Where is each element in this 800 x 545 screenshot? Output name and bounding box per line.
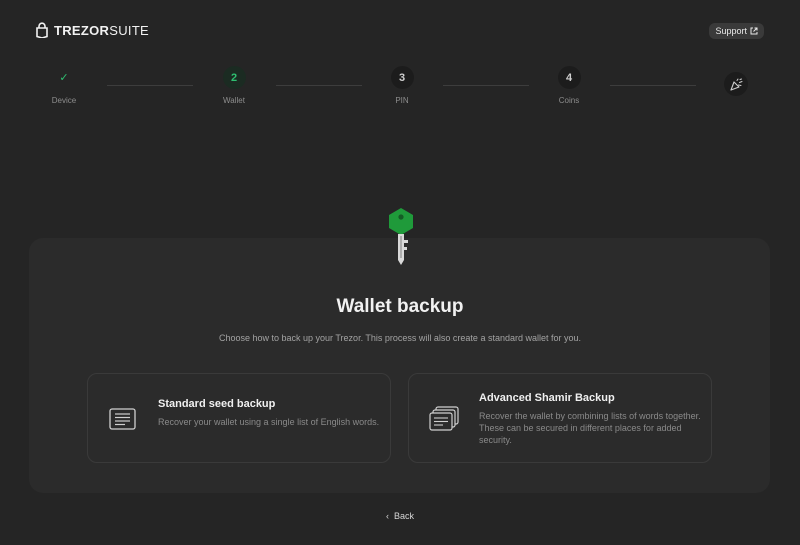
- party-popper-glyph: [729, 78, 742, 91]
- standard-seed-backup-option[interactable]: Standard seed backup Recover your wallet…: [87, 373, 391, 463]
- brand-bold: TREZOR: [54, 22, 110, 38]
- step-coins: 4 Coins: [539, 66, 599, 105]
- header: TREZORSUITE Support: [36, 22, 764, 42]
- step-connector: [610, 85, 696, 86]
- single-list-icon: [109, 408, 136, 430]
- step-number: 2: [222, 66, 246, 89]
- chevron-left-icon: ‹: [385, 511, 389, 521]
- page-subtitle: Choose how to back up your Trezor. This …: [218, 333, 581, 343]
- onboarding-stepper: ✓ Device 2 Wallet 3 PIN 4 Coins: [0, 66, 800, 116]
- step-wallet: 2 Wallet: [204, 66, 264, 105]
- page-title: Wallet backup: [336, 296, 464, 317]
- advanced-shamir-backup-option[interactable]: Advanced Shamir Backup Recover the walle…: [408, 373, 712, 463]
- step-label: Device: [51, 96, 77, 105]
- checkmark-icon: ✓: [59, 72, 69, 84]
- step-pin: 3 PIN: [372, 66, 432, 105]
- stacked-lists-icon: [429, 406, 459, 431]
- step-device: ✓ Device: [34, 66, 94, 105]
- step-connector: [107, 85, 193, 86]
- brand-name: TREZORSUITE: [54, 23, 149, 38]
- option-title: Advanced Shamir Backup: [479, 392, 615, 404]
- step-label: Coins: [558, 96, 580, 105]
- support-label: Support: [715, 26, 747, 36]
- key-icon: [389, 208, 413, 265]
- option-description: Recover the wallet by combining lists of…: [479, 411, 701, 445]
- external-link-icon: [750, 27, 758, 35]
- step-connector: [443, 85, 529, 86]
- step-number: 4: [557, 66, 581, 89]
- brand-light: SUITE: [109, 22, 150, 38]
- step-label: PIN: [395, 96, 409, 105]
- step-number: 3: [390, 66, 414, 89]
- step-label: Wallet: [223, 96, 245, 105]
- option-description: Recover your wallet using a single list …: [158, 417, 380, 427]
- trezor-lock-icon: [36, 22, 48, 38]
- option-title: Standard seed backup: [158, 398, 276, 410]
- step-connector: [276, 85, 362, 86]
- party-popper-icon: [724, 72, 748, 96]
- back-button[interactable]: ‹ Back: [0, 511, 800, 521]
- back-label: Back: [394, 511, 415, 521]
- support-button[interactable]: Support: [709, 23, 764, 39]
- trezor-suite-logo: TREZORSUITE: [36, 22, 149, 38]
